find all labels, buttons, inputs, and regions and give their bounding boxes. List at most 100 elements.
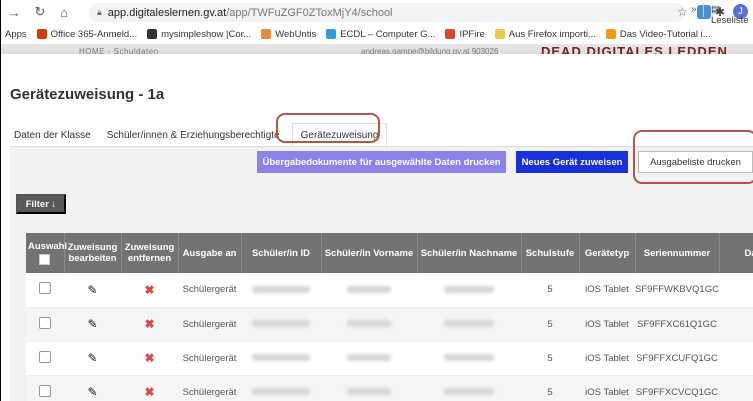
bookmark-label: Office 365-Anmeld...: [50, 28, 138, 40]
cell-ausgabe-value: Schülergerät: [182, 318, 237, 330]
tab-class-data[interactable]: Daten der Klasse: [10, 130, 95, 147]
row-checkbox[interactable]: [39, 384, 51, 397]
row-checkbox[interactable]: [39, 350, 51, 363]
cell-remove: ✖: [121, 307, 178, 342]
bookmark-item[interactable]: WebUntis: [261, 29, 316, 40]
cell-serial: SF9FFXC61Q1GC: [635, 307, 719, 342]
remove-x-icon[interactable]: ✖: [144, 283, 154, 297]
column-header[interactable]: Seriennummer: [635, 233, 720, 273]
redacted-text: [444, 286, 494, 294]
column-header[interactable]: Zuweisung bearbeiten: [64, 233, 122, 273]
redacted-text: [252, 320, 310, 328]
cell-select: [26, 307, 64, 342]
video-icon: [605, 29, 616, 39]
column-header-label: Schulstufe: [525, 247, 575, 259]
remove-x-icon[interactable]: ✖: [144, 385, 154, 399]
row-checkbox[interactable]: [39, 282, 51, 295]
row-checkbox[interactable]: [39, 316, 51, 329]
bookmark-item[interactable]: Apps: [5, 29, 27, 40]
cell-typ: iOS Tablet: [579, 307, 635, 342]
bookmark-star-icon[interactable]: ☆: [677, 5, 688, 19]
cell-edit: ✎: [64, 307, 121, 342]
cell-select: [26, 375, 64, 401]
cell-select: [26, 341, 64, 376]
print-handover-docs-button[interactable]: Übergabedokumente für ausgewählte Daten …: [257, 151, 506, 173]
column-header[interactable]: Gerätetyp: [579, 233, 636, 273]
bookmark-item[interactable]: Office 365-Anmeld...: [36, 28, 138, 40]
cell-redacted: [321, 341, 417, 376]
column-header[interactable]: Datu: [719, 233, 753, 273]
cell-serial: SF9FFXCVCQ1GC: [635, 375, 719, 401]
column-header[interactable]: Zuweisung entfernen: [121, 233, 179, 273]
cell-ausgabe-value: Schülergerät: [182, 386, 237, 398]
webuntis-icon: [261, 29, 272, 39]
table-body: ✎ ✖ Schülergerät 5 iOS Tablet SF9FFWKBVQ1GC ✎ ✖…: [26, 273, 753, 401]
cell-typ-value: iOS Tablet: [585, 284, 629, 296]
bookmarks-bar: Apps Office 365-Anmeld... mysimpleshow |Co…: [1, 24, 753, 44]
redacted-text: [347, 388, 391, 396]
cell-serial-value: SF9FFXC61Q1GC: [637, 318, 717, 330]
cell-serial-value: SF9FFXCUFQ1GC: [636, 352, 718, 364]
cell-stufe-value: 5: [547, 386, 553, 398]
column-header[interactable]: Schulstufe: [521, 233, 580, 273]
column-header-label: Ausgabe an: [182, 247, 237, 259]
bookmark-label: Das Video-Tutorial i...: [619, 28, 711, 40]
column-header[interactable]: Ausgabe an: [178, 233, 242, 273]
cell-redacted: [417, 375, 521, 401]
cell-remove: ✖: [121, 375, 178, 401]
column-header[interactable]: Schüler/in Vorname: [321, 233, 418, 273]
bookmarks-overflow[interactable]: »: [691, 4, 697, 15]
cell-redacted: [417, 307, 521, 342]
reading-list-icon: ▤: [711, 4, 720, 15]
remove-x-icon[interactable]: ✖: [144, 317, 154, 331]
cell-edit: ✎: [64, 273, 121, 308]
cell-stufe: 5: [521, 307, 579, 342]
cell-edit: ✎: [64, 375, 121, 401]
remove-x-icon[interactable]: ✖: [144, 351, 154, 365]
filter-button[interactable]: Filter ↓: [16, 194, 66, 214]
reload-icon[interactable]: ↻: [31, 4, 49, 20]
bookmark-item[interactable]: mysimpleshow |Cor...: [147, 29, 251, 40]
column-header-label: Gerätetyp: [584, 247, 630, 259]
edit-pencil-icon[interactable]: ✎: [87, 351, 97, 365]
forward-icon[interactable]: →: [5, 5, 23, 20]
address-bar[interactable]: 🔒︎ app.digitaleslernen.gv.at/app/TWFuZGF…: [89, 3, 685, 22]
column-header[interactable]: Schüler/in Nachname: [417, 233, 522, 273]
cell-stufe-value: 5: [547, 318, 553, 330]
cell-typ-value: iOS Tablet: [585, 386, 629, 398]
home-icon[interactable]: ⌂: [55, 5, 73, 20]
redacted-text: [444, 320, 494, 328]
url-path: /app/TWFuZGF0ZToxMjY4/school: [226, 6, 393, 19]
bookmark-item[interactable]: Das Video-Tutorial i...: [605, 28, 711, 40]
edit-pencil-icon[interactable]: ✎: [87, 385, 97, 399]
table-row: ✎ ✖ Schülergerät 5 iOS Tablet SF9FFXC61Q1GC: [26, 307, 753, 342]
tab-students-guardians[interactable]: Schüler/innen & Erziehungsberechtigte: [103, 130, 284, 147]
cell-edit: ✎: [64, 341, 121, 376]
bookmark-label: IPFire: [459, 28, 485, 40]
select-all-checkbox[interactable]: [39, 254, 51, 265]
redacted-text: [347, 354, 391, 362]
column-header[interactable]: Schüler/in ID: [241, 233, 322, 273]
bookmark-item[interactable]: ECDL – Computer G...: [326, 29, 435, 40]
url-host: app.digitaleslernen.gv.at: [107, 6, 227, 19]
cell-redacted: [321, 273, 417, 308]
redacted-text: [252, 286, 310, 294]
cell-ausgabe: Schülergerät: [178, 307, 241, 342]
bookmark-item[interactable]: Aus Firefox importi...: [494, 29, 596, 40]
redacted-text: [252, 388, 310, 396]
cell-redacted: [241, 341, 321, 376]
edit-pencil-icon[interactable]: ✎: [87, 317, 97, 331]
cell-date: [719, 273, 753, 308]
column-header[interactable]: Auswahl: [26, 233, 68, 273]
assign-new-device-button[interactable]: Neues Gerät zuweisen: [516, 151, 628, 173]
cell-ausgabe-value: Schülergerät: [182, 284, 237, 296]
extension-icon[interactable]: [697, 5, 711, 19]
column-header-label: Auswahl: [28, 241, 68, 252]
cell-remove: ✖: [121, 341, 178, 376]
reading-list-link[interactable]: ▤ Leseliste: [711, 4, 753, 26]
cell-ausgabe: Schülergerät: [178, 273, 241, 308]
edit-pencil-icon[interactable]: ✎: [87, 283, 97, 297]
bookmark-label: WebUntis: [275, 28, 317, 40]
cell-serial: SF9FFXCUFQ1GC: [635, 341, 719, 376]
bookmark-item[interactable]: IPFire: [445, 28, 485, 40]
